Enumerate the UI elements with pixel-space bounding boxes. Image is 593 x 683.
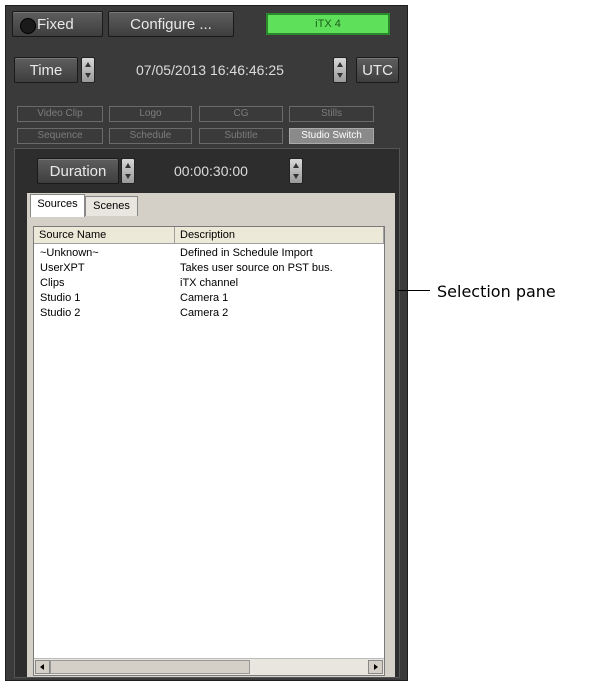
source-list[interactable]: Source Name Description ~Unknown~ Define… <box>33 226 385 676</box>
description-cell: Takes user source on PST bus. <box>180 262 333 274</box>
table-row[interactable]: UserXPT Takes user source on PST bus. <box>34 261 384 276</box>
source-name-cell: Clips <box>40 277 65 289</box>
tab-stills[interactable]: Stills <box>289 106 374 122</box>
status-indicator-icon <box>20 18 36 34</box>
arrow-up-icon <box>125 163 131 168</box>
arrow-down-icon <box>337 73 343 78</box>
scrollbar-thumb[interactable] <box>50 660 250 674</box>
tab-logo[interactable]: Logo <box>109 106 192 122</box>
duration-spinner-left[interactable] <box>121 158 135 184</box>
subtab-scenes[interactable]: Scenes <box>85 196 138 216</box>
description-cell: Camera 1 <box>180 292 229 304</box>
subtab-label: Scenes <box>93 200 130 212</box>
tab-label: Sequence <box>37 130 83 141</box>
fixed-label: Fixed <box>37 16 74 33</box>
tab-video-clip[interactable]: Video Clip <box>17 106 103 122</box>
description-cell: iTX channel <box>180 277 239 289</box>
column-header-source-name[interactable]: Source Name <box>34 227 175 244</box>
arrow-up-icon <box>293 163 299 168</box>
subtab-sources[interactable]: Sources <box>30 194 85 218</box>
duration-value: 00:00:30:00 <box>174 163 248 179</box>
tab-label: CG <box>233 108 249 119</box>
column-header-description[interactable]: Description <box>175 227 384 244</box>
tab-subtitle[interactable]: Subtitle <box>199 128 283 144</box>
tab-label: Video Clip <box>37 108 83 119</box>
table-row[interactable]: Studio 2 Camera 2 <box>34 306 384 321</box>
duration-spinner-right[interactable] <box>289 158 303 184</box>
tab-label: Schedule <box>129 130 172 141</box>
arrow-up-icon <box>337 62 343 67</box>
tab-label: Studio Switch <box>301 130 362 141</box>
horizontal-scrollbar[interactable] <box>34 658 384 675</box>
source-name-cell: UserXPT <box>40 262 85 274</box>
time-label: Time <box>29 62 63 79</box>
description-cell: Camera 2 <box>180 307 229 319</box>
time-spinner-left[interactable] <box>81 57 95 83</box>
callout-line <box>398 290 430 291</box>
arrow-down-icon <box>85 73 91 78</box>
arrow-up-icon <box>85 62 91 67</box>
table-row[interactable]: Clips iTX channel <box>34 276 384 291</box>
channel-label: iTX 4 <box>266 13 390 35</box>
subtab-label: Sources <box>37 198 78 210</box>
fixed-button[interactable]: Fixed <box>12 11 103 37</box>
source-name-cell: Studio 1 <box>40 292 81 304</box>
callout-label: Selection pane <box>437 282 556 301</box>
tab-cg[interactable]: CG <box>199 106 283 122</box>
time-spinner-right[interactable] <box>333 57 347 83</box>
duration-label: Duration <box>49 163 107 180</box>
tab-label: Logo <box>139 108 162 119</box>
utc-button[interactable]: UTC <box>356 57 399 83</box>
tab-label: Stills <box>320 108 343 119</box>
utc-label: UTC <box>362 62 393 79</box>
tab-sequence[interactable]: Sequence <box>17 128 103 144</box>
duration-button[interactable]: Duration <box>37 158 119 184</box>
description-cell: Defined in Schedule Import <box>180 247 313 259</box>
configure-button[interactable]: Configure ... <box>108 11 234 37</box>
source-name-cell: ~Unknown~ <box>40 247 99 259</box>
scroll-left-icon[interactable] <box>35 660 50 674</box>
source-name-cell: Studio 2 <box>40 307 81 319</box>
configure-label: Configure ... <box>130 16 212 33</box>
arrow-down-icon <box>293 174 299 179</box>
tab-schedule[interactable]: Schedule <box>109 128 192 144</box>
time-button[interactable]: Time <box>14 57 78 83</box>
scroll-right-icon[interactable] <box>368 660 383 674</box>
tab-studio-switch[interactable]: Studio Switch <box>289 128 374 144</box>
arrow-down-icon <box>125 174 131 179</box>
table-row[interactable]: ~Unknown~ Defined in Schedule Import <box>34 246 384 261</box>
table-row[interactable]: Studio 1 Camera 1 <box>34 291 384 306</box>
tab-label: Subtitle <box>224 130 258 141</box>
datetime-value: 07/05/2013 16:46:46:25 <box>136 62 284 78</box>
